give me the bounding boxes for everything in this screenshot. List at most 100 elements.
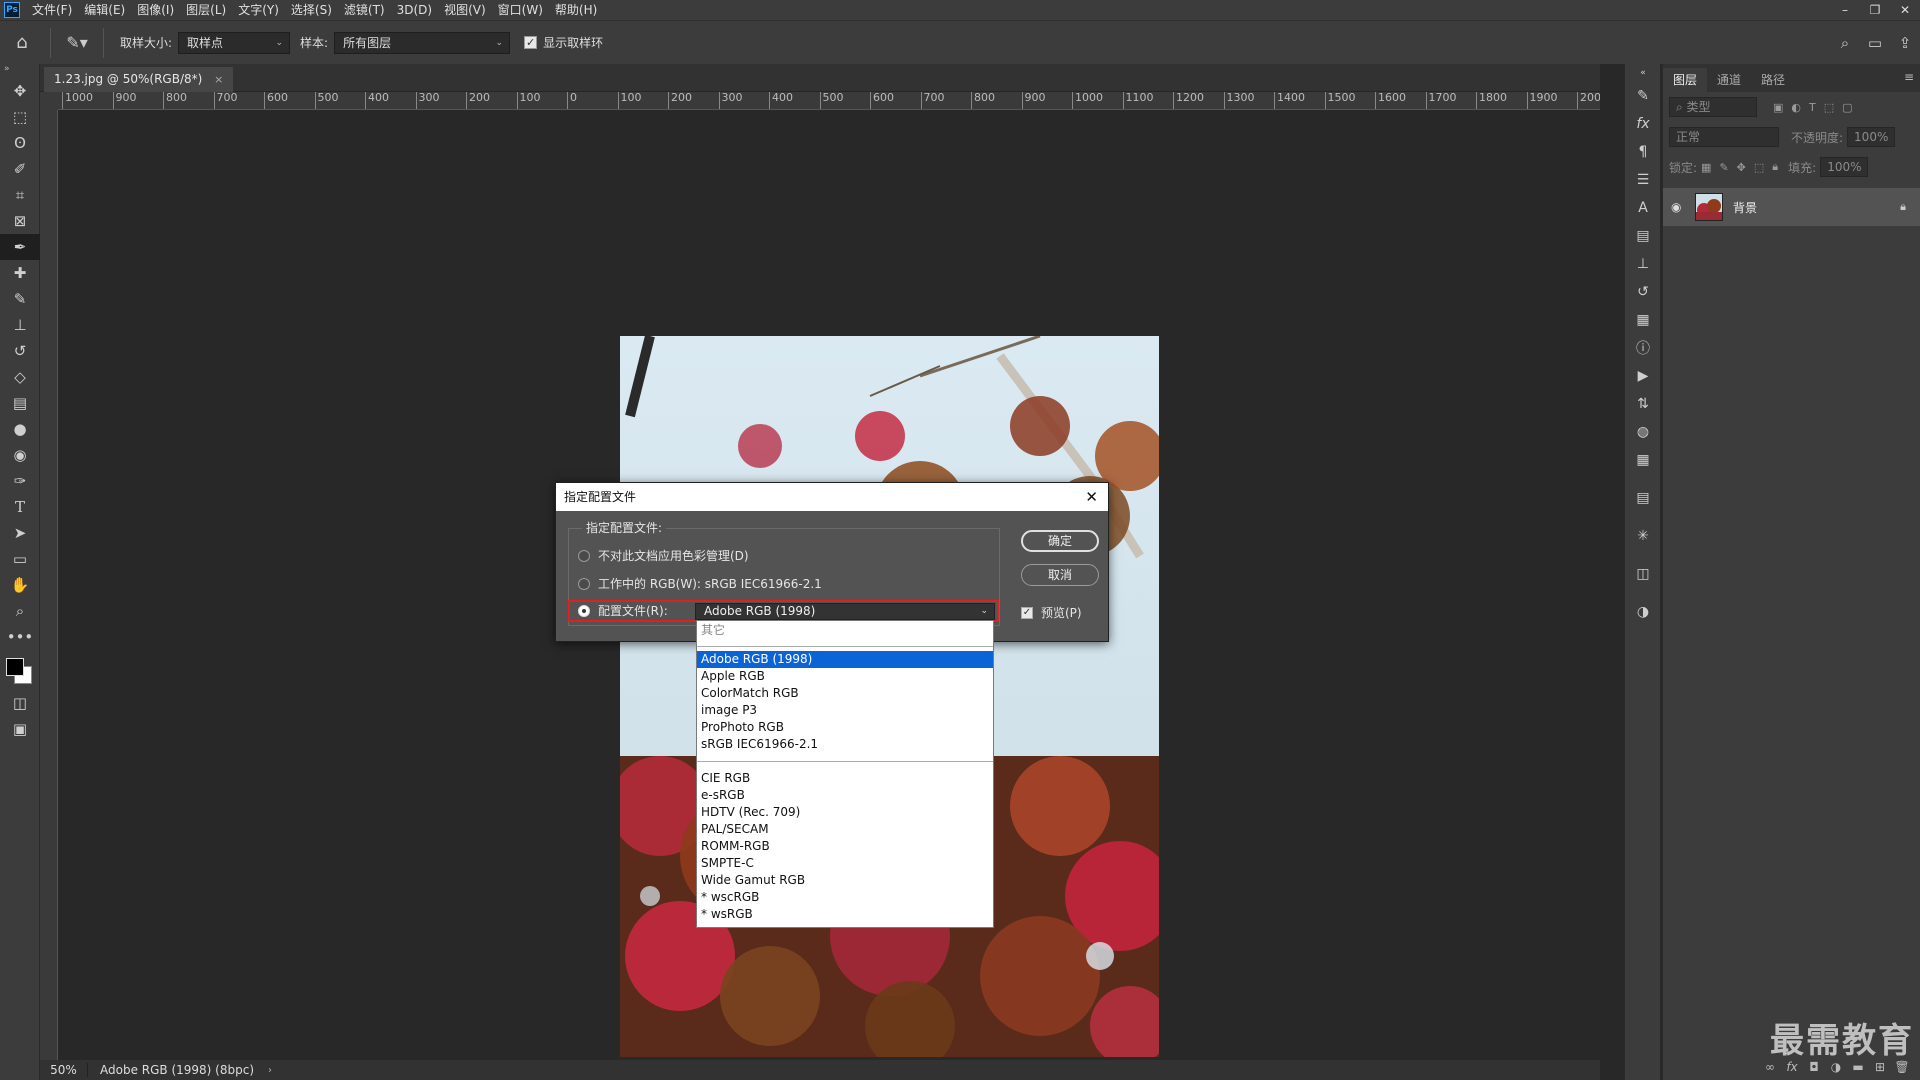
- radio-profile[interactable]: 配置文件(R):: [578, 602, 668, 619]
- fx-icon[interactable]: fx: [1781, 1060, 1803, 1074]
- radio-no-color-management[interactable]: 不对此文档应用色彩管理(D): [578, 547, 749, 564]
- dropdown-option[interactable]: * wsRGB: [697, 906, 993, 923]
- close-tab-icon[interactable]: ×: [214, 73, 223, 86]
- menu-window[interactable]: 窗口(W): [492, 0, 549, 20]
- type-filter-icon[interactable]: T: [1809, 101, 1816, 114]
- layer-row-background[interactable]: ◉ 背景 🔒︎: [1663, 188, 1920, 226]
- new-layer-icon[interactable]: ⊞: [1869, 1060, 1891, 1074]
- pixel-filter-icon[interactable]: ▣: [1773, 101, 1783, 114]
- lasso-icon[interactable]: ʘ: [0, 130, 40, 156]
- libraries-icon[interactable]: ▦: [1625, 306, 1661, 334]
- dropdown-option[interactable]: Apple RGB: [697, 668, 993, 685]
- dropdown-option[interactable]: ColorMatch RGB: [697, 685, 993, 702]
- collapse-icon[interactable]: «: [1625, 64, 1661, 82]
- fill-field[interactable]: 100%: [1820, 157, 1869, 177]
- actions-icon[interactable]: ▶: [1625, 362, 1661, 390]
- hand-icon[interactable]: ✋: [0, 572, 40, 598]
- pen-icon[interactable]: ✑: [0, 468, 40, 494]
- menu-select[interactable]: 选择(S): [285, 0, 338, 20]
- lock-position-icon[interactable]: ✥: [1737, 161, 1746, 174]
- ok-button[interactable]: 确定: [1021, 530, 1099, 552]
- smart-object-filter-icon[interactable]: ▢: [1842, 101, 1852, 114]
- eye-icon[interactable]: ◉: [1671, 200, 1691, 214]
- new-group-icon[interactable]: ▬: [1847, 1060, 1869, 1074]
- lock-all-icon[interactable]: 🔒︎: [1772, 160, 1778, 174]
- gradient-icon[interactable]: ▤: [0, 390, 40, 416]
- expand-icon[interactable]: »: [0, 64, 39, 78]
- menu-help[interactable]: 帮助(H): [549, 0, 603, 20]
- stamp-icon[interactable]: ⊥: [0, 312, 40, 338]
- info-icon[interactable]: ⓘ: [1625, 334, 1661, 362]
- radio-button[interactable]: [578, 549, 590, 562]
- radio-working-rgb[interactable]: 工作中的 RGB(W): sRGB IEC61966-2.1: [578, 575, 822, 592]
- restore-icon[interactable]: ❐: [1860, 0, 1890, 20]
- dropdown-option[interactable]: ROMM-RGB: [697, 838, 993, 855]
- light-icon[interactable]: ✳: [1625, 522, 1661, 550]
- zoom-icon[interactable]: ⌕: [0, 598, 40, 624]
- blend-mode-select[interactable]: 正常: [1669, 127, 1779, 147]
- blur-icon[interactable]: ●: [0, 416, 40, 442]
- delete-layer-icon[interactable]: 🗑︎: [1891, 1060, 1913, 1074]
- dodge-icon[interactable]: ◉: [0, 442, 40, 468]
- dropdown-option[interactable]: sRGB IEC61966-2.1: [697, 736, 993, 753]
- lock-transparent-icon[interactable]: ▦: [1701, 161, 1711, 174]
- dropdown-option[interactable]: Wide Gamut RGB: [697, 872, 993, 889]
- type-icon[interactable]: T: [0, 494, 40, 520]
- radio-button[interactable]: [578, 577, 590, 590]
- dropdown-option[interactable]: Adobe RGB (1998): [697, 651, 993, 668]
- paragraph-icon[interactable]: ¶: [1625, 138, 1661, 166]
- menu-filter[interactable]: 滤镜(T): [338, 0, 391, 20]
- dropdown-option[interactable]: SMPTE-C: [697, 855, 993, 872]
- properties-icon[interactable]: ☰: [1625, 166, 1661, 194]
- close-icon[interactable]: ✕: [1085, 483, 1098, 511]
- menu-file[interactable]: 文件(F): [26, 0, 78, 20]
- table-icon[interactable]: ▦: [1625, 446, 1661, 474]
- dropdown-option[interactable]: HDTV (Rec. 709): [697, 804, 993, 821]
- panel-menu-icon[interactable]: ≡: [1904, 70, 1914, 84]
- layer-kind-filter[interactable]: ⌕ 类型: [1669, 97, 1757, 117]
- menu-type[interactable]: 文字(Y): [232, 0, 285, 20]
- brush-settings-icon[interactable]: ✎: [1625, 82, 1661, 110]
- dropdown-option[interactable]: PAL/SECAM: [697, 821, 993, 838]
- adjustment-filter-icon[interactable]: ◐: [1791, 101, 1801, 114]
- adjustments-icon[interactable]: ⇅: [1625, 390, 1661, 418]
- close-window-icon[interactable]: ✕: [1890, 0, 1920, 20]
- minimize-icon[interactable]: –: [1830, 0, 1860, 20]
- preview-checkbox-row[interactable]: ✓ 预览(P): [1021, 604, 1082, 621]
- eyedropper-preset-icon[interactable]: ✎▾: [57, 33, 97, 52]
- search-icon[interactable]: ⌕: [1830, 34, 1860, 52]
- navigator-icon[interactable]: ◫: [1625, 560, 1661, 588]
- preview-checkbox[interactable]: ✓: [1021, 606, 1033, 619]
- eraser-icon[interactable]: ◇: [0, 364, 40, 390]
- menu-layer[interactable]: 图层(L): [180, 0, 232, 20]
- more-icon[interactable]: •••: [0, 624, 40, 650]
- dropdown-option[interactable]: image P3: [697, 702, 993, 719]
- menu-image[interactable]: 图像(I): [131, 0, 180, 20]
- sample-select[interactable]: 所有图层 ⌄: [334, 31, 511, 54]
- fx-icon[interactable]: fx: [1625, 110, 1661, 138]
- vertical-ruler[interactable]: [40, 110, 58, 1060]
- glyphs-icon[interactable]: ▤: [1625, 222, 1661, 250]
- tab-channels[interactable]: 通道: [1707, 68, 1751, 92]
- tab-layers[interactable]: 图层: [1663, 68, 1708, 92]
- horizontal-ruler[interactable]: 1000 900 800 700 600 500 400 300 200 100 0 100 200 30…: [58, 92, 1600, 110]
- frame-icon[interactable]: ⊠: [0, 208, 40, 234]
- document-tab[interactable]: 1.23.jpg @ 50%(RGB/8*) ×: [44, 67, 234, 92]
- marquee-icon[interactable]: ⬚: [0, 104, 40, 130]
- dropdown-option[interactable]: e-sRGB: [697, 787, 993, 804]
- show-ring-checkbox[interactable]: ✓: [524, 36, 538, 49]
- add-mask-icon[interactable]: ◘: [1803, 1060, 1825, 1074]
- tab-paths[interactable]: 路径: [1751, 68, 1795, 92]
- dropdown-option[interactable]: CIE RGB: [697, 770, 993, 787]
- radio-button-selected[interactable]: [578, 604, 590, 617]
- crop-icon[interactable]: ⌗: [0, 182, 40, 208]
- status-menu-arrow[interactable]: ›: [268, 1065, 272, 1076]
- sample-size-select[interactable]: 取样点 ⌄: [178, 31, 291, 54]
- move-icon[interactable]: ✥: [0, 78, 40, 104]
- share-icon[interactable]: ⇪: [1890, 34, 1920, 52]
- quick-mask-icon[interactable]: ◫: [0, 690, 40, 716]
- workspace-icon[interactable]: ▭: [1860, 34, 1890, 52]
- home-icon[interactable]: ⌂: [0, 32, 44, 53]
- clone-source-icon[interactable]: ⊥: [1625, 250, 1661, 278]
- dropdown-option[interactable]: * wscRGB: [697, 889, 993, 906]
